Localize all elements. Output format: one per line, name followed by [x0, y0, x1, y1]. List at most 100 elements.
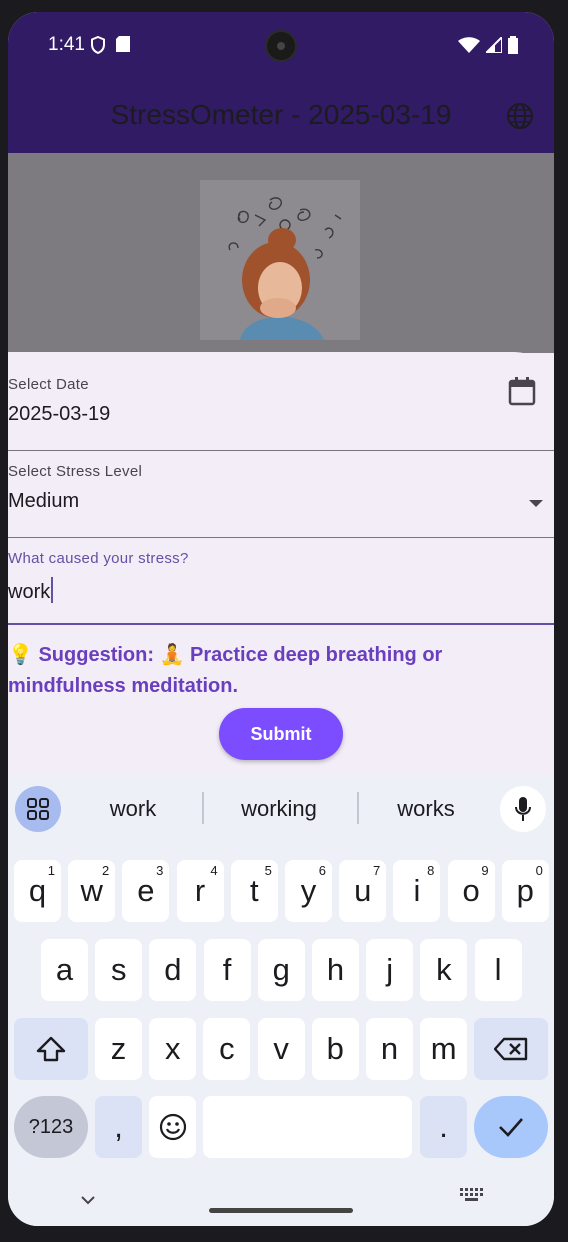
key-g[interactable]: g — [257, 939, 305, 1001]
key-q[interactable]: q1 — [14, 860, 61, 922]
key-t[interactable]: t5 — [230, 860, 278, 922]
key-label: i — [413, 873, 421, 908]
key-hint: 2 — [101, 863, 110, 878]
keyboard-switch-icon[interactable] — [460, 1188, 484, 1207]
word-suggestion[interactable]: works — [356, 796, 496, 822]
key-label: q — [28, 873, 47, 908]
key-h[interactable]: h — [312, 939, 359, 1001]
stress-cause-underline — [8, 623, 554, 625]
text-cursor — [51, 577, 54, 603]
key-hint: 8 — [427, 863, 435, 878]
home-indicator[interactable] — [209, 1208, 353, 1213]
wifi-icon — [458, 37, 480, 53]
stress-level-value: Medium — [8, 490, 80, 512]
symbols-key[interactable]: ?123 — [14, 1096, 88, 1158]
calendar-icon[interactable] — [508, 376, 536, 411]
key-s[interactable]: s — [95, 939, 143, 1001]
checkmark-icon — [499, 1118, 523, 1137]
key-x[interactable]: x — [149, 1018, 197, 1080]
key-label: n — [380, 1031, 399, 1066]
key-m[interactable]: m — [420, 1018, 468, 1080]
key-u[interactable]: u7 — [339, 860, 387, 922]
stress-level-dropdown[interactable]: Select Stress Level Medium — [8, 463, 554, 538]
stress-cause-value: work — [8, 581, 51, 603]
key-d[interactable]: d — [149, 939, 197, 1001]
key-label: h — [326, 952, 345, 987]
done-key[interactable] — [474, 1096, 548, 1158]
period-key[interactable]: . — [420, 1096, 467, 1158]
key-label: p — [516, 873, 534, 908]
key-label: z — [110, 1031, 127, 1066]
key-label: g — [272, 952, 290, 987]
key-hint: 7 — [372, 863, 381, 878]
key-label: y — [300, 873, 317, 908]
key-y[interactable]: y6 — [285, 860, 332, 922]
key-label: c — [219, 1031, 235, 1066]
key-label: j — [386, 952, 394, 987]
dropdown-arrow-icon[interactable] — [528, 496, 544, 514]
battery-icon — [508, 36, 518, 54]
stress-level-underline — [8, 537, 554, 538]
globe-icon[interactable] — [506, 102, 534, 135]
word-suggestion[interactable]: work — [63, 796, 203, 822]
front-camera — [265, 30, 297, 62]
key-v[interactable]: v — [257, 1018, 305, 1080]
key-e[interactable]: e3 — [122, 860, 170, 922]
key-b[interactable]: b — [311, 1018, 359, 1080]
suggestion-text: 💡 Suggestion: 🧘 Practice deep breathing … — [8, 644, 443, 697]
key-r[interactable]: r4 — [176, 860, 224, 922]
apps-grid-icon[interactable] — [15, 786, 61, 832]
key-label: v — [273, 1031, 289, 1066]
status-icons-right — [458, 36, 518, 54]
key-label: l — [494, 952, 502, 987]
on-screen-keyboard: work working works ?123 , . q1w2e3r4t5y6… — [8, 776, 554, 1226]
key-hint: 9 — [481, 863, 489, 878]
hide-keyboard-chevron-icon[interactable] — [80, 1192, 96, 1210]
key-a[interactable]: a — [41, 939, 88, 1001]
key-c[interactable]: c — [203, 1018, 251, 1080]
key-label: k — [436, 952, 452, 987]
backspace-key[interactable] — [474, 1018, 548, 1080]
microphone-icon[interactable] — [500, 786, 546, 832]
stress-cause-input[interactable]: work — [8, 577, 554, 604]
date-field[interactable]: Select Date 2025-03-19 — [8, 376, 554, 451]
key-w[interactable]: w2 — [68, 860, 116, 922]
stress-cause-label: What caused your stress? — [8, 550, 189, 567]
date-underline — [8, 450, 554, 451]
key-label: t — [249, 873, 259, 908]
key-k[interactable]: k — [420, 939, 468, 1001]
key-label: w — [80, 873, 103, 908]
key-label: b — [326, 1031, 344, 1066]
key-o[interactable]: o9 — [447, 860, 495, 922]
key-label: o — [462, 873, 480, 908]
key-hint: 4 — [210, 863, 218, 878]
bottom-sheet: Select Date 2025-03-19 Select Stress Lev… — [8, 352, 554, 782]
key-z[interactable]: z — [95, 1018, 142, 1080]
key-label: u — [354, 873, 372, 908]
phone-screen: 1:41 StressOmeter - 2025-03-19 Select Da… — [8, 12, 554, 1226]
key-l[interactable]: l — [474, 939, 522, 1001]
word-suggestion[interactable]: working — [209, 796, 349, 822]
status-time: 1:41 — [48, 34, 85, 55]
key-label: m — [430, 1031, 457, 1066]
submit-button[interactable]: Submit — [219, 708, 343, 760]
key-hint: 1 — [47, 863, 55, 878]
key-label: f — [222, 952, 232, 987]
key-j[interactable]: j — [366, 939, 414, 1001]
key-p[interactable]: p0 — [501, 860, 549, 922]
comma-key[interactable]: , — [95, 1096, 142, 1158]
emoji-key[interactable] — [149, 1096, 196, 1158]
key-f[interactable]: f — [203, 939, 251, 1001]
shield-icon — [91, 36, 105, 54]
key-i[interactable]: i8 — [393, 860, 441, 922]
stress-cause-field[interactable]: What caused your stress? work — [8, 550, 554, 625]
key-label: a — [55, 952, 74, 987]
key-n[interactable]: n — [366, 1018, 413, 1080]
key-label: s — [110, 952, 127, 987]
stress-level-label: Select Stress Level — [8, 463, 143, 480]
key-label: x — [164, 1031, 181, 1066]
space-key[interactable] — [203, 1096, 412, 1158]
shift-key[interactable] — [14, 1018, 88, 1080]
date-label: Select Date — [8, 376, 89, 393]
emoji-icon — [159, 1113, 186, 1141]
